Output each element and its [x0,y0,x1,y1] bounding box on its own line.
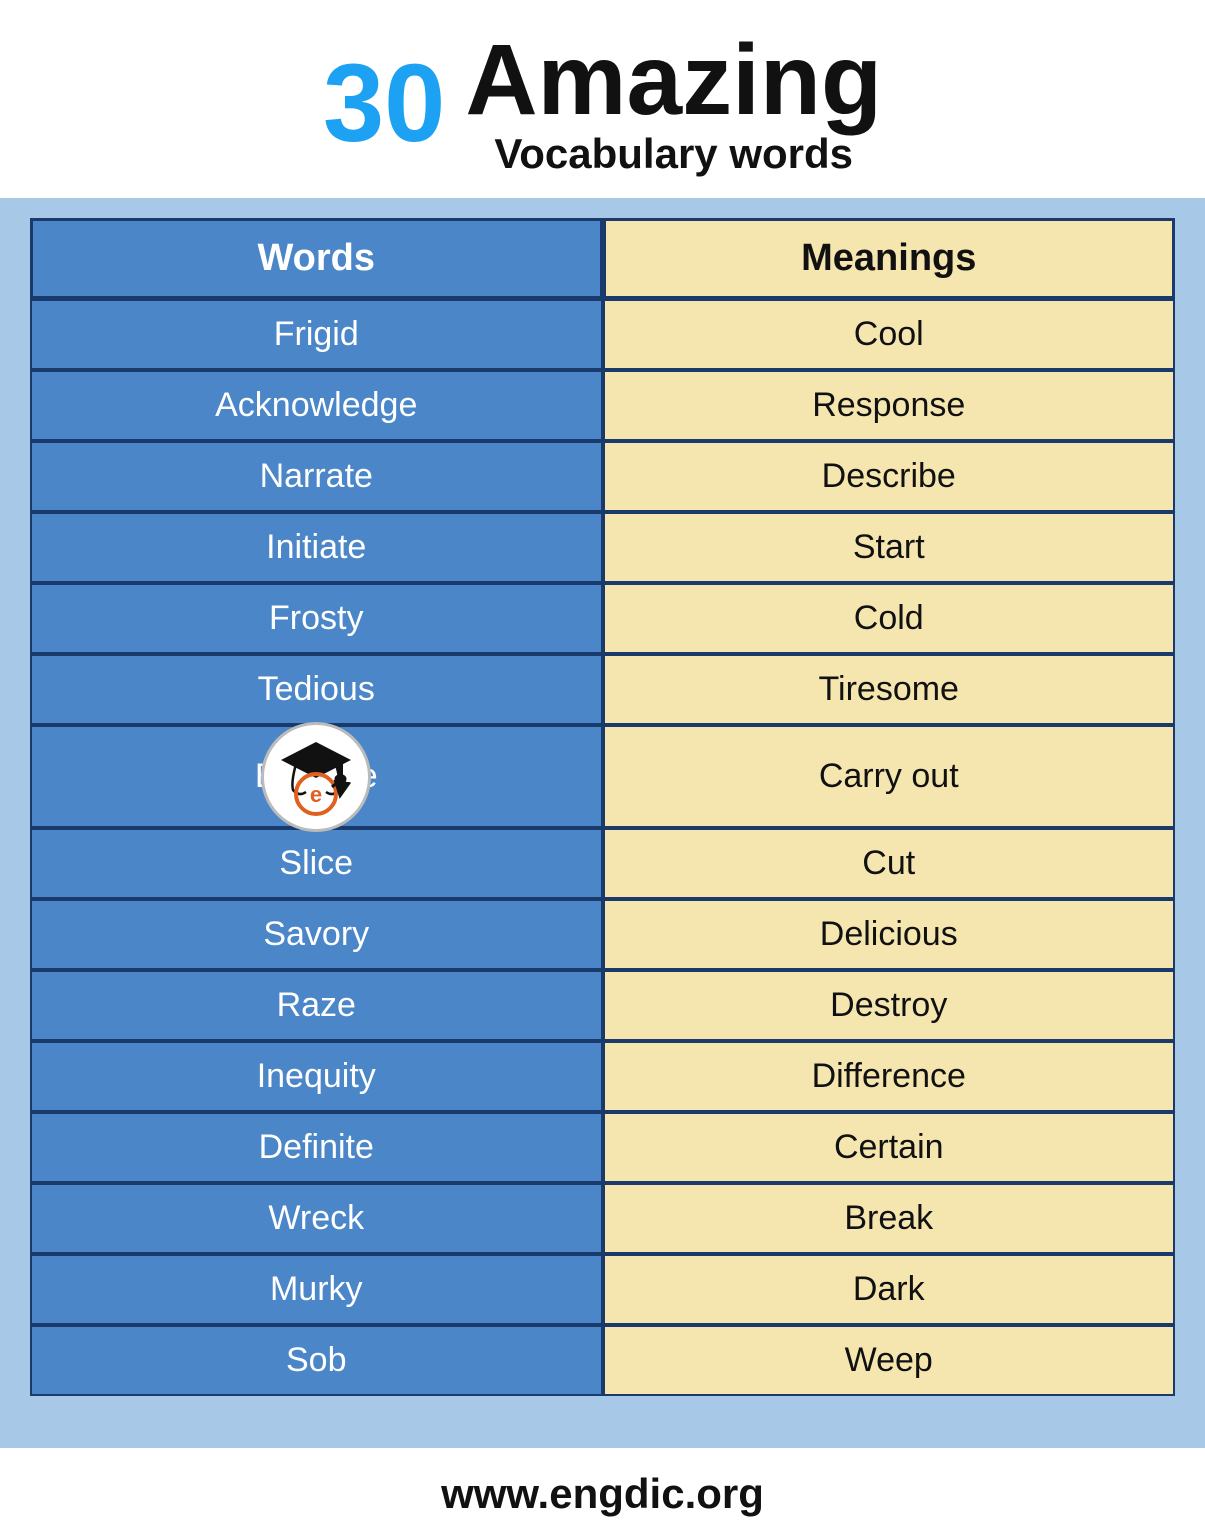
table-row: Execute e Car [30,725,1175,828]
meaning-cell: Dark [603,1254,1176,1325]
page-header: 30 Amazing Vocabulary words [0,0,1205,198]
meaning-cell: Response [603,370,1176,441]
header-subtitle: Vocabulary words [465,130,882,178]
table-row: DefiniteCertain [30,1112,1175,1183]
meaning-cell: Cool [603,299,1176,370]
word-cell: Inequity [30,1041,603,1112]
table-row: FrigidCool [30,299,1175,370]
vocabulary-table: Words Meanings FrigidCoolAcknowledgeResp… [30,218,1175,1396]
table-row: InequityDifference [30,1041,1175,1112]
word-cell: Definite [30,1112,603,1183]
word-cell: Raze [30,970,603,1041]
page-footer: www.engdic.org [0,1448,1205,1536]
meaning-cell: Cold [603,583,1176,654]
main-content: Words Meanings FrigidCoolAcknowledgeResp… [0,198,1205,1448]
table-row: MurkyDark [30,1254,1175,1325]
header-number: 30 [323,49,445,159]
table-row: AcknowledgeResponse [30,370,1175,441]
meaning-cell: Destroy [603,970,1176,1041]
meaning-cell: Carry out [603,725,1176,828]
word-cell: Murky [30,1254,603,1325]
meaning-cell: Delicious [603,899,1176,970]
table-row: FrostyCold [30,583,1175,654]
meaning-cell: Weep [603,1325,1176,1396]
footer-url: www.engdic.org [441,1470,764,1517]
table-row: TediousTiresome [30,654,1175,725]
meaning-cell: Break [603,1183,1176,1254]
meaning-cell: Tiresome [603,654,1176,725]
meaning-cell: Describe [603,441,1176,512]
word-cell: Frosty [30,583,603,654]
header-amazing: Amazing [465,30,882,130]
column-header-meanings: Meanings [603,218,1176,299]
table-row: SobWeep [30,1325,1175,1396]
word-cell: Initiate [30,512,603,583]
word-cell: Execute e [30,725,603,828]
table-row: SliceCut [30,828,1175,899]
word-cell: Slice [30,828,603,899]
meaning-cell: Difference [603,1041,1176,1112]
table-row: InitiateStart [30,512,1175,583]
word-cell: Narrate [30,441,603,512]
meaning-cell: Start [603,512,1176,583]
table-row: WreckBreak [30,1183,1175,1254]
table-row: RazeDestroy [30,970,1175,1041]
word-cell: Acknowledge [30,370,603,441]
table-row: NarrateDescribe [30,441,1175,512]
logo-icon: e [261,722,371,832]
meaning-cell: Certain [603,1112,1176,1183]
word-cell: Tedious [30,654,603,725]
word-cell: Frigid [30,299,603,370]
word-cell: Savory [30,899,603,970]
svg-text:e: e [310,782,322,807]
column-header-words: Words [30,218,603,299]
header-text-group: Amazing Vocabulary words [465,30,882,178]
word-cell: Sob [30,1325,603,1396]
word-cell: Wreck [30,1183,603,1254]
table-row: SavoryDelicious [30,899,1175,970]
meaning-cell: Cut [603,828,1176,899]
